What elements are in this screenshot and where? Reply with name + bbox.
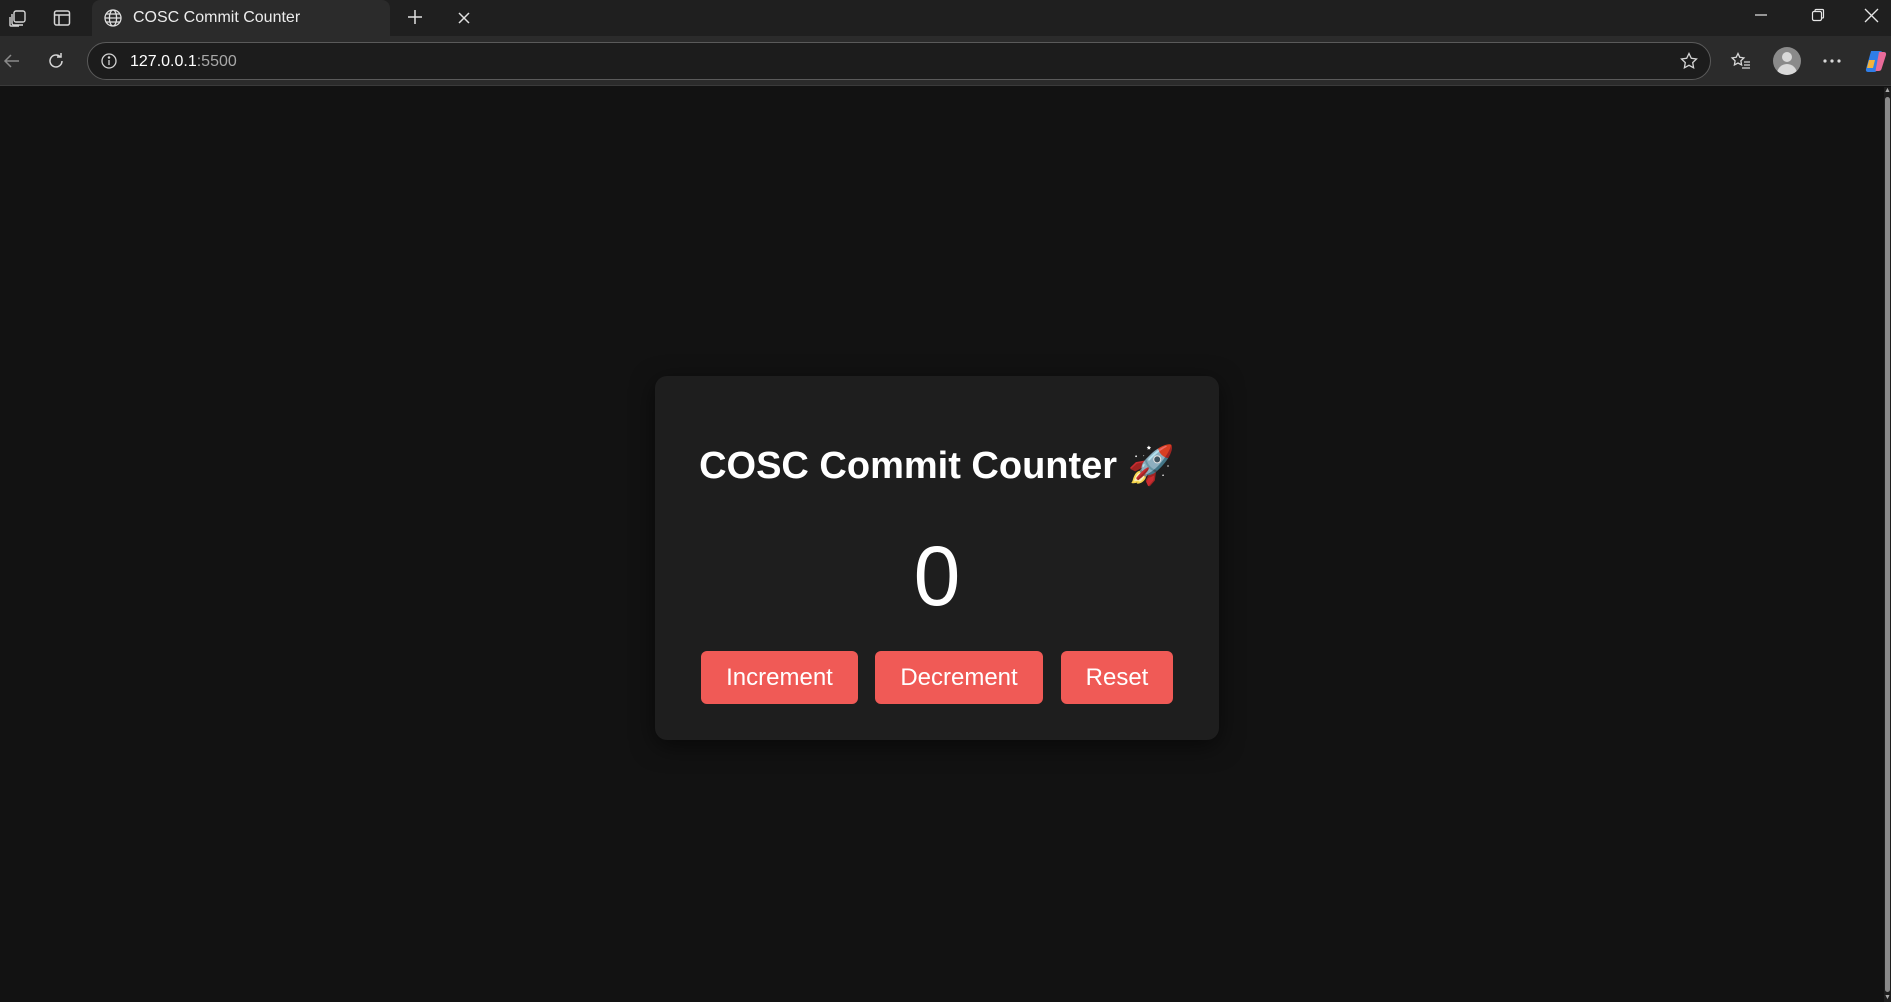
close-window-button[interactable] bbox=[1846, 0, 1891, 30]
workspaces-icon[interactable] bbox=[3, 4, 33, 32]
browser-toolbar: 127.0.0.1:5500 bbox=[0, 36, 1891, 86]
scrollbar-thumb[interactable] bbox=[1885, 97, 1890, 992]
vertical-scrollbar[interactable]: ▲ ▼ bbox=[1884, 87, 1891, 1002]
favorites-icon bbox=[1730, 51, 1750, 69]
profile-icon bbox=[1773, 47, 1801, 75]
scroll-up-icon[interactable]: ▲ bbox=[1884, 87, 1891, 95]
more-button[interactable] bbox=[1814, 44, 1850, 78]
tab-active[interactable]: COSC Commit Counter bbox=[92, 0, 470, 36]
increment-button[interactable]: Increment bbox=[701, 651, 858, 704]
address-bar[interactable]: 127.0.0.1:5500 bbox=[87, 42, 1711, 80]
url-port: :5500 bbox=[196, 53, 237, 70]
profile-button[interactable] bbox=[1769, 44, 1805, 78]
url-host: 127.0.0.1 bbox=[130, 53, 197, 70]
copilot-icon bbox=[1865, 51, 1887, 72]
scroll-down-icon[interactable]: ▼ bbox=[1884, 994, 1891, 1002]
minimize-button[interactable] bbox=[1736, 0, 1786, 30]
favorites-button[interactable] bbox=[1723, 44, 1759, 78]
refresh-icon bbox=[49, 53, 63, 68]
copilot-button[interactable] bbox=[1858, 44, 1891, 78]
restore-button[interactable] bbox=[1793, 0, 1843, 30]
back-button[interactable] bbox=[0, 44, 30, 78]
counter-card: COSC Commit Counter 🚀 0 Increment Decrem… bbox=[655, 376, 1219, 740]
tab-title: COSC Commit Counter bbox=[133, 9, 301, 26]
refresh-button[interactable] bbox=[38, 44, 74, 78]
back-arrow-icon bbox=[3, 54, 19, 68]
minimize-icon bbox=[1755, 14, 1767, 16]
globe-icon bbox=[101, 4, 125, 32]
close-icon[interactable] bbox=[450, 4, 478, 32]
tab-actions-icon[interactable] bbox=[47, 4, 77, 32]
decrement-button[interactable]: Decrement bbox=[875, 651, 1043, 704]
reset-button[interactable]: Reset bbox=[1061, 651, 1173, 704]
counter-value: 0 bbox=[913, 529, 961, 623]
close-icon bbox=[1864, 8, 1878, 22]
page-title: COSC Commit Counter 🚀 bbox=[699, 445, 1175, 487]
restore-icon bbox=[1811, 8, 1825, 22]
info-icon[interactable] bbox=[96, 48, 122, 74]
more-icon bbox=[1823, 59, 1841, 63]
tab-bar: COSC Commit Counter bbox=[0, 0, 1891, 36]
star-icon[interactable] bbox=[1676, 48, 1702, 74]
url-text: 127.0.0.1:5500 bbox=[130, 53, 237, 71]
new-tab-button[interactable] bbox=[400, 2, 430, 32]
plus-icon bbox=[408, 10, 422, 24]
